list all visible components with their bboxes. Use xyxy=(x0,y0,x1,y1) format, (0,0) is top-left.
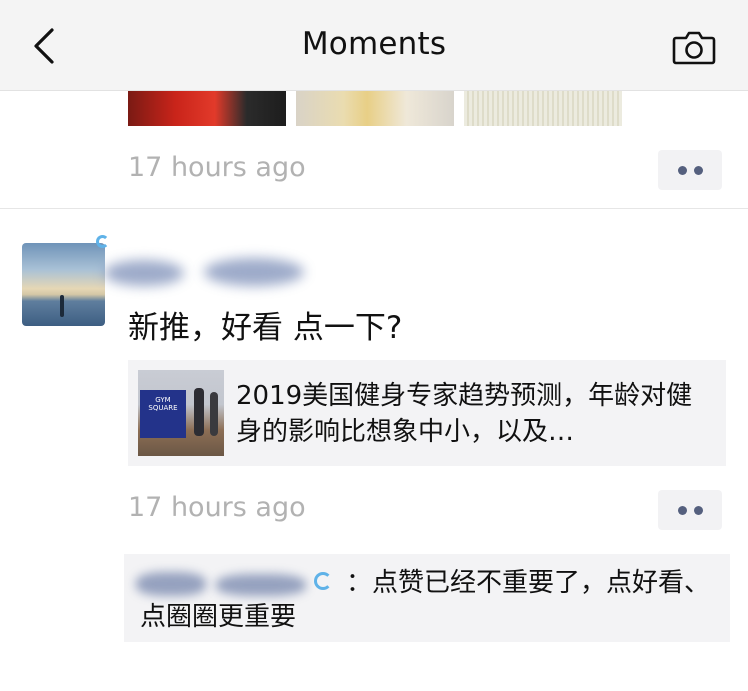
dot-icon xyxy=(693,165,703,175)
page-title: Moments xyxy=(301,26,447,62)
shared-article-card[interactable]: GYM SQUARE 2019美国健身专家趋势预测，年龄对健身的影响比想象中小，… xyxy=(128,360,726,466)
comment-section: ：点赞已经不重要了，点好看、点圈圈更重要 xyxy=(124,554,730,642)
thumbnail-badge: GYM SQUARE xyxy=(140,390,186,438)
dot-icon xyxy=(693,505,703,515)
dot-icon xyxy=(677,165,687,175)
camera-icon[interactable] xyxy=(672,28,716,66)
article-thumbnail: GYM SQUARE xyxy=(138,370,224,456)
dot-icon xyxy=(677,505,687,515)
more-options-button[interactable] xyxy=(658,490,722,530)
more-options-button[interactable] xyxy=(658,150,722,190)
post-text: 新推，好看 点一下? xyxy=(128,310,403,346)
post-image[interactable] xyxy=(296,91,454,126)
post-divider xyxy=(0,208,748,209)
avatar-figure xyxy=(60,295,64,317)
username-blurred[interactable] xyxy=(104,248,314,288)
thumbnail-figure xyxy=(210,392,218,436)
navigation-bar: Moments xyxy=(0,0,748,91)
avatar[interactable] xyxy=(22,243,105,326)
loading-ring-icon xyxy=(96,235,109,248)
post-timestamp: 17 hours ago xyxy=(128,492,306,523)
thumbnail-figure xyxy=(194,388,204,436)
article-title: 2019美国健身专家趋势预测，年龄对健身的影响比想象中小，以及… xyxy=(236,381,693,447)
post-timestamp: 17 hours ago xyxy=(128,152,306,183)
post-image[interactable] xyxy=(128,91,286,126)
post-image[interactable] xyxy=(464,91,622,126)
comment-text: ：点赞已经不重要了，点好看、点圈圈更重要 xyxy=(140,568,711,632)
